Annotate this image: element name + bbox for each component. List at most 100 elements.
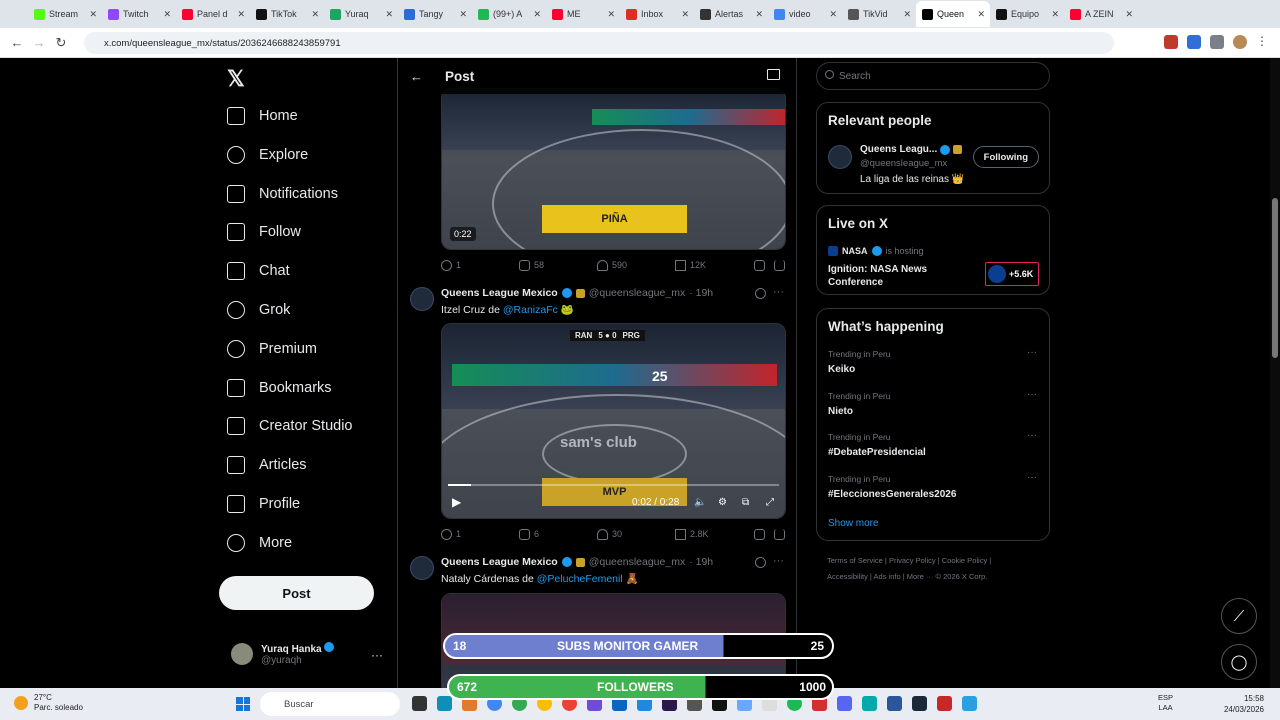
weather-widget[interactable]: 27°C Parc. soleado [14, 693, 83, 713]
extension-icon[interactable] [1164, 35, 1178, 49]
word-icon[interactable] [887, 696, 902, 711]
browser-tab[interactable]: Panel d ✕ [176, 1, 250, 27]
app-icon[interactable] [862, 696, 877, 711]
more-dots-icon[interactable]: ··· [773, 555, 784, 567]
like-button[interactable]: 590 [597, 259, 627, 271]
more-dots-icon[interactable]: ··· [1027, 389, 1037, 400]
task-view-icon[interactable] [412, 696, 427, 711]
app-icon[interactable] [962, 696, 977, 711]
reply-button[interactable]: 1 [441, 259, 461, 271]
close-tab-icon[interactable]: ✕ [1125, 9, 1133, 20]
more-dots-icon[interactable]: ··· [1027, 347, 1037, 358]
close-tab-icon[interactable]: ✕ [237, 9, 245, 20]
views-button[interactable]: 12K [675, 259, 706, 271]
close-tab-icon[interactable]: ✕ [1051, 9, 1059, 20]
share-button[interactable] [774, 259, 785, 271]
nav-item-creator-studio[interactable]: Creator Studio [227, 412, 353, 440]
following-button[interactable]: Following [972, 146, 1039, 168]
nav-item-notifications[interactable]: Notifications [227, 180, 338, 208]
more-dots-icon[interactable]: ··· [773, 286, 784, 298]
nav-item-more[interactable]: More [227, 529, 292, 557]
close-tab-icon[interactable]: ✕ [607, 9, 615, 20]
tweet-author-avatar[interactable] [410, 556, 434, 580]
play-icon[interactable]: ▶ [452, 495, 461, 509]
address-bar[interactable]: x.com/queensleague_mx/status/20362466882… [84, 32, 1114, 54]
extension-icon[interactable] [1187, 35, 1201, 49]
steam-icon[interactable] [912, 696, 927, 711]
nav-item-explore[interactable]: Explore [227, 141, 308, 169]
close-tab-icon[interactable]: ✕ [385, 9, 393, 20]
share-button[interactable] [774, 528, 785, 540]
grok-fab-icon[interactable]: ⟋ [1221, 598, 1257, 634]
browser-tab[interactable]: ME ✕ [546, 1, 620, 27]
nav-item-home[interactable]: Home [227, 102, 298, 130]
like-button[interactable]: 30 [597, 528, 622, 540]
chat-fab-icon[interactable]: ◯ [1221, 644, 1257, 680]
windows-start-icon[interactable] [236, 697, 250, 711]
discord-icon[interactable] [837, 696, 852, 711]
fullscreen-icon[interactable]: ⤢ [766, 497, 774, 508]
views-button[interactable]: 2.8K [675, 528, 709, 540]
nav-item-bookmarks[interactable]: Bookmarks [227, 374, 332, 402]
browser-tab[interactable]: Yuraq ✕ [324, 1, 398, 27]
back-icon[interactable]: ← [6, 35, 28, 50]
browser-tab[interactable]: Stream ✕ [28, 1, 102, 27]
bookmark-button[interactable] [754, 528, 765, 540]
close-tab-icon[interactable]: ✕ [681, 9, 689, 20]
close-tab-icon[interactable]: ✕ [829, 9, 837, 20]
live-listeners-badge[interactable]: +5.6K [985, 262, 1039, 286]
tweet-video[interactable]: RAN 5 ● 0 PRG 25 sam's club MVP ▶ 0:02 /… [441, 323, 786, 519]
scrollbar[interactable] [1270, 58, 1280, 688]
more-dots-icon[interactable]: ··· [1027, 430, 1037, 441]
nav-item-follow[interactable]: Follow [227, 218, 301, 246]
tweet-author-avatar[interactable] [410, 287, 434, 311]
nav-item-articles[interactable]: Articles [227, 451, 307, 479]
live-host[interactable]: NASA [842, 246, 868, 256]
live-event-title[interactable]: Ignition: NASA News Conference [828, 263, 948, 289]
menu-icon[interactable]: ⋮ [1256, 35, 1270, 49]
author-name[interactable]: Queens League Mexico [441, 556, 558, 568]
more-dots-icon[interactable]: ··· [371, 648, 383, 662]
bookmark-button[interactable] [754, 259, 765, 271]
x-logo-icon[interactable]: 𝕏 [227, 66, 245, 92]
close-tab-icon[interactable]: ✕ [163, 9, 171, 20]
close-tab-icon[interactable]: ✕ [755, 9, 763, 20]
system-clock[interactable]: 15:58 24/03/2026 [1224, 693, 1264, 715]
person-handle[interactable]: @queensleague_mx [860, 158, 947, 169]
close-tab-icon[interactable]: ✕ [533, 9, 541, 20]
edge-icon[interactable] [437, 696, 452, 711]
author-handle[interactable]: @queensleague_mx [589, 287, 685, 299]
forward-icon[interactable]: → [28, 35, 50, 50]
author-handle[interactable]: @queensleague_mx [589, 556, 685, 568]
reply-button[interactable]: 1 [441, 528, 461, 540]
reload-icon[interactable]: ↻ [50, 35, 72, 51]
browser-tab[interactable]: Inbox ✕ [620, 1, 694, 27]
browser-tab[interactable]: Equipo ✕ [990, 1, 1064, 27]
browser-tab[interactable]: Tangy ✕ [398, 1, 472, 27]
browser-tab[interactable]: Queen ✕ [916, 1, 990, 27]
browser-tab[interactable]: (99+) A ✕ [472, 1, 546, 27]
account-switcher[interactable]: Yuraq Hanka @yuraqh [231, 642, 335, 666]
mention-link[interactable]: @RanizaFc [503, 304, 558, 316]
extensions-puzzle-icon[interactable] [1210, 35, 1224, 49]
browser-tab[interactable]: Twitch ✕ [102, 1, 176, 27]
browser-tab[interactable]: TikVid ✕ [842, 1, 916, 27]
grok-icon[interactable] [755, 557, 766, 568]
footer-links[interactable]: Terms of Service | Privacy Policy | Cook… [827, 553, 1047, 585]
person-name[interactable]: Queens Leagu... [860, 144, 937, 155]
footer-line[interactable]: Accessibility | Ads info | More ··· © 20… [827, 569, 1047, 585]
app-icon[interactable] [937, 696, 952, 711]
nav-item-chat[interactable]: Chat [227, 257, 290, 285]
footer-line[interactable]: Terms of Service | Privacy Policy | Cook… [827, 553, 1047, 569]
nav-item-premium[interactable]: Premium [227, 335, 317, 363]
mention-link[interactable]: @PelucheFemenil [537, 573, 623, 585]
close-tab-icon[interactable]: ✕ [311, 9, 319, 20]
grok-icon[interactable] [755, 288, 766, 299]
close-tab-icon[interactable]: ✕ [977, 9, 985, 20]
taskbar-search[interactable]: Buscar [260, 692, 400, 716]
language-indicator[interactable]: ESP LAA [1158, 693, 1173, 713]
volume-icon[interactable]: 🔈 [694, 497, 706, 508]
post-button[interactable]: Post [219, 576, 374, 610]
search-input[interactable]: Search [816, 62, 1050, 90]
avatar[interactable] [828, 145, 852, 169]
